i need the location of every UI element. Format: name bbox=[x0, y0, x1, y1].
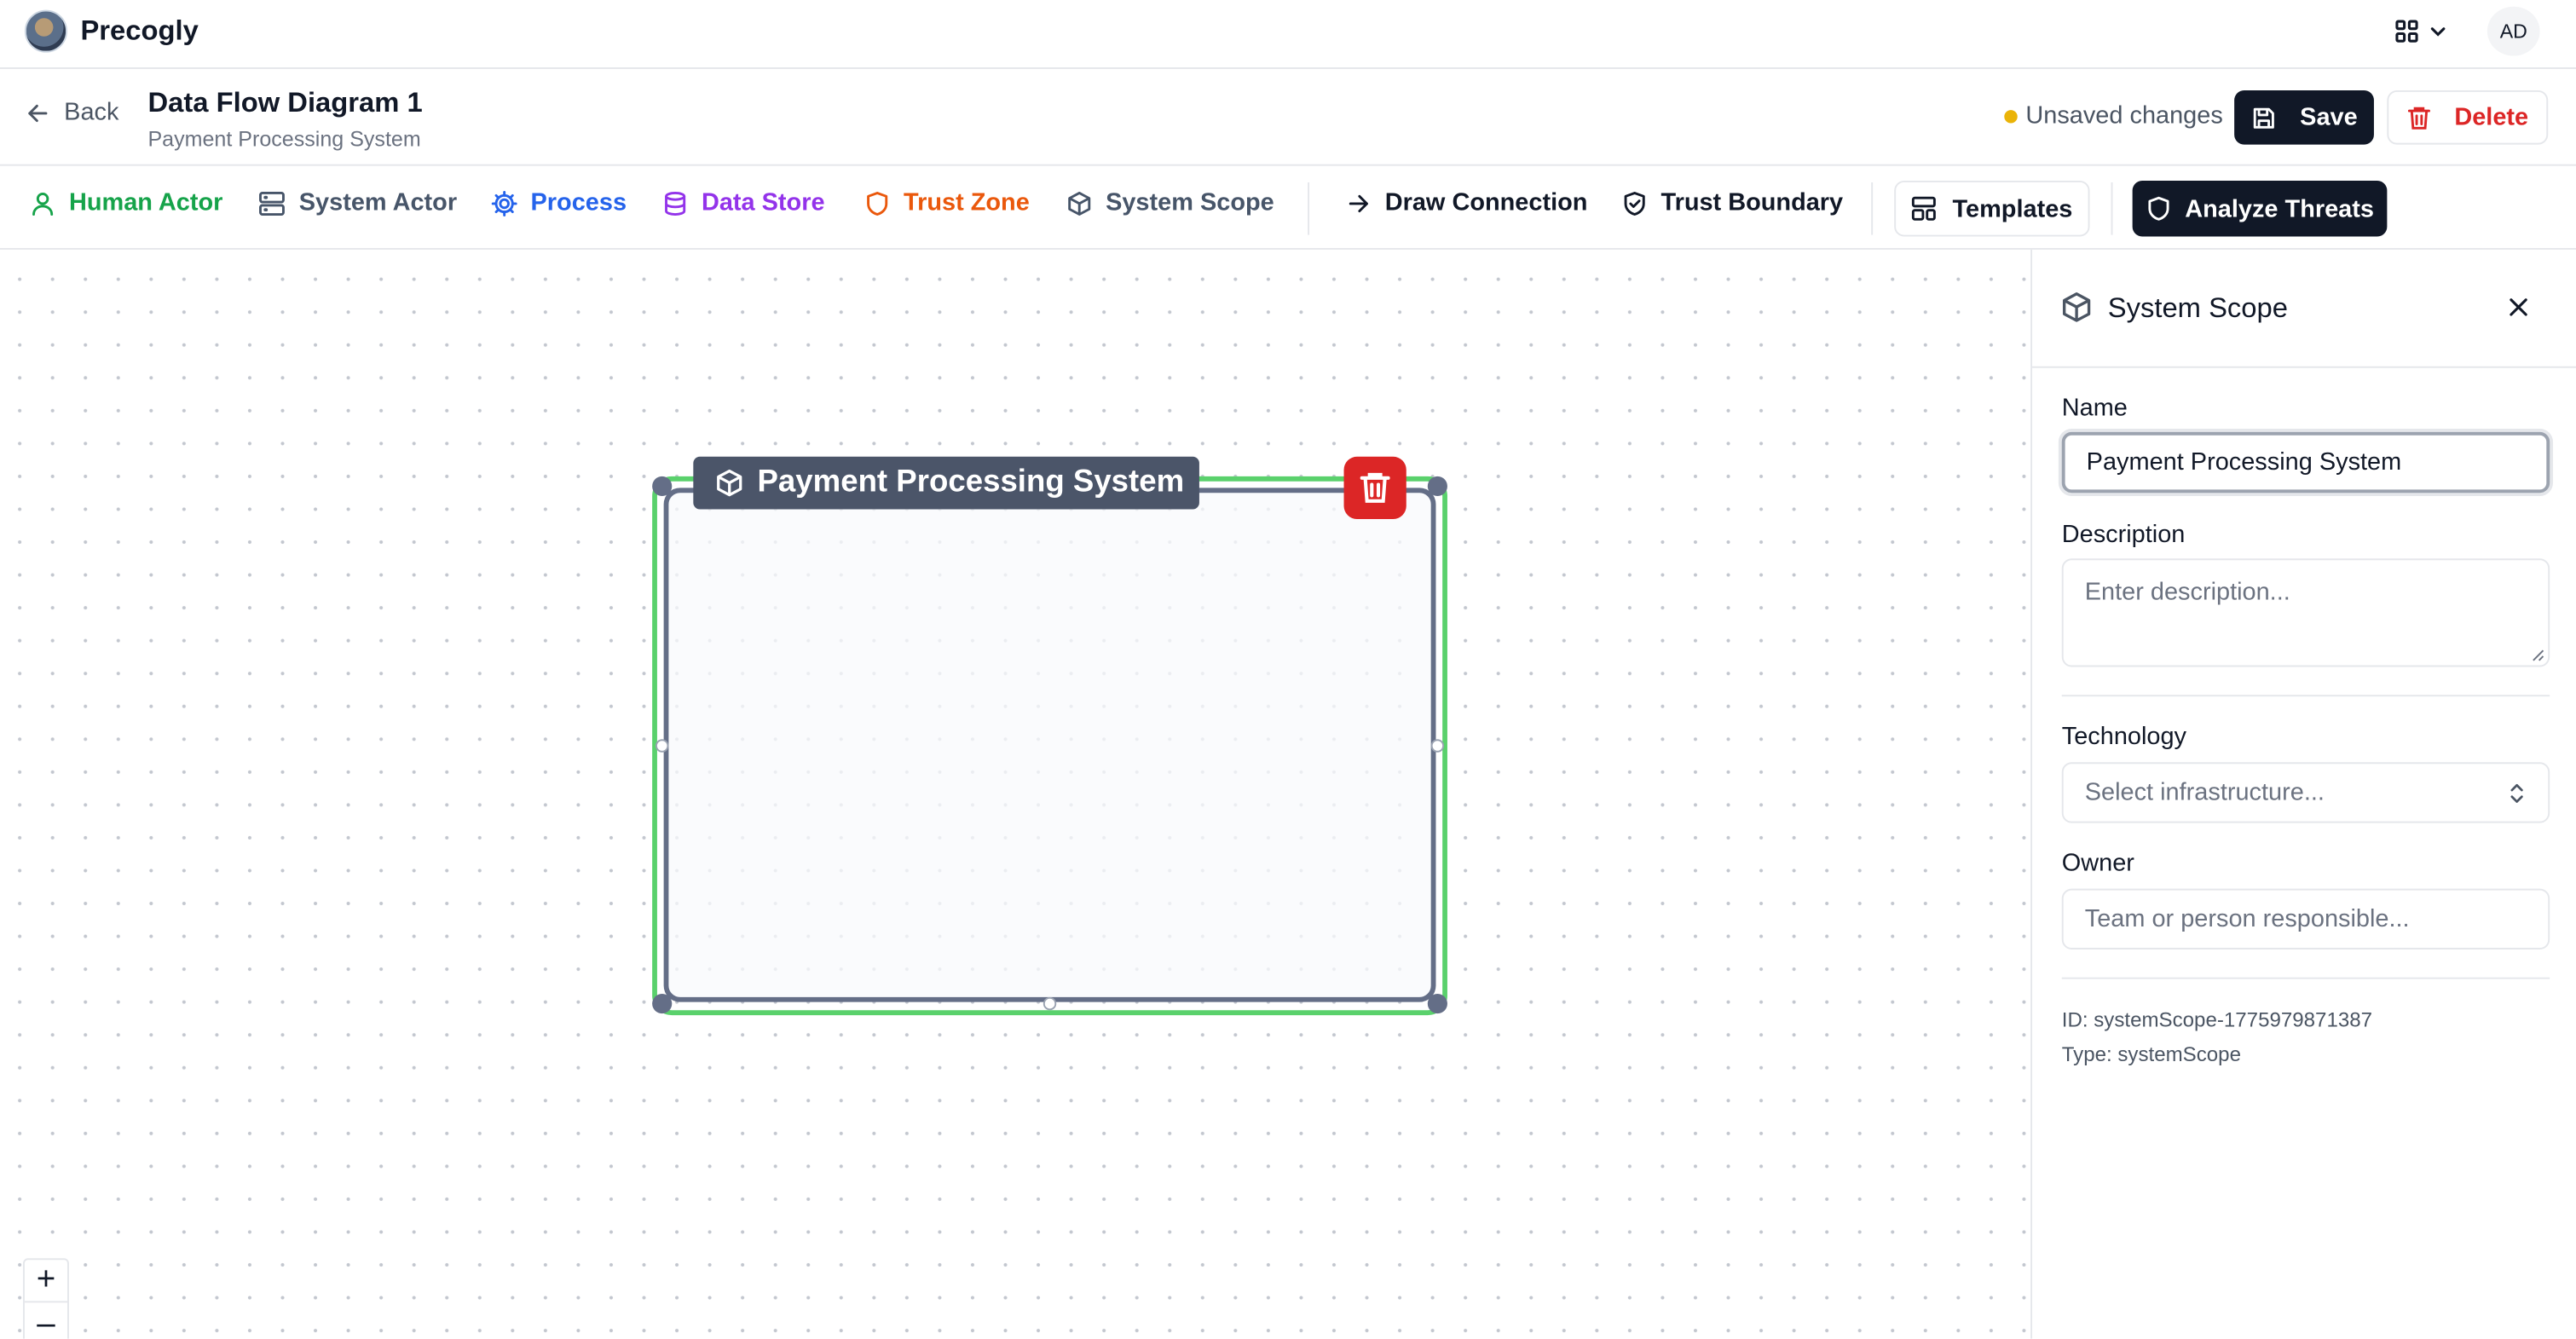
chevron-down-icon bbox=[2429, 21, 2448, 41]
tool-label: Data Store bbox=[701, 188, 825, 217]
unsaved-status: Unsaved changes bbox=[2004, 101, 2223, 130]
trash-icon bbox=[2406, 104, 2431, 130]
diagram-canvas[interactable]: Payment Processing System + – bbox=[0, 249, 2031, 1339]
diagram-header: Back Data Flow Diagram 1 Payment Process… bbox=[0, 69, 2576, 166]
resize-handle-bottom-right[interactable] bbox=[1427, 994, 1447, 1014]
save-icon bbox=[2250, 104, 2277, 130]
trash-icon bbox=[1359, 470, 1392, 505]
panel-header: System Scope bbox=[2032, 250, 2576, 368]
page-title: Data Flow Diagram 1 bbox=[147, 87, 423, 118]
resize-handle-top-right[interactable] bbox=[1427, 476, 1447, 497]
user-icon bbox=[30, 190, 56, 216]
tool-trust-zone[interactable]: Trust Zone bbox=[864, 188, 1030, 217]
description-label: Description bbox=[2061, 520, 2186, 549]
save-label: Save bbox=[2300, 103, 2358, 132]
close-icon bbox=[2505, 294, 2532, 320]
technology-placeholder: Select infrastructure... bbox=[2084, 778, 2325, 807]
technology-select[interactable]: Select infrastructure... bbox=[2061, 762, 2550, 823]
diagram-toolbar: Human Actor System Actor Process Data St… bbox=[0, 166, 2576, 250]
grid-icon bbox=[2395, 20, 2418, 43]
resize-grip-icon[interactable] bbox=[2532, 649, 2544, 661]
tool-data-store[interactable]: Data Store bbox=[662, 188, 825, 217]
resize-handle-bottom[interactable] bbox=[1043, 996, 1057, 1011]
tool-system-actor[interactable]: System Actor bbox=[258, 188, 458, 217]
toolbar-divider bbox=[1871, 182, 1874, 235]
top-bar: Precogly AD bbox=[0, 0, 2576, 69]
delete-button[interactable]: Delete bbox=[2387, 90, 2549, 145]
back-label: Back bbox=[64, 98, 119, 127]
analyze-threats-button[interactable]: Analyze Threats bbox=[2132, 181, 2388, 237]
database-icon bbox=[662, 190, 689, 216]
unsaved-label: Unsaved changes bbox=[2025, 101, 2223, 130]
node-id-text: ID: systemScope-1775979871387 bbox=[2061, 1008, 2373, 1032]
status-dot-icon bbox=[2004, 109, 2018, 123]
arrow-left-icon bbox=[25, 100, 51, 126]
box-icon bbox=[2060, 291, 2094, 324]
owner-label: Owner bbox=[2061, 849, 2134, 878]
server-icon bbox=[258, 190, 286, 216]
tool-system-scope[interactable]: System Scope bbox=[1066, 188, 1274, 217]
cog-icon bbox=[491, 190, 517, 216]
node-type-text: Type: systemScope bbox=[2061, 1042, 2241, 1066]
node-label-text: Payment Processing System bbox=[757, 465, 1185, 499]
section-divider bbox=[2061, 977, 2550, 979]
close-panel-button[interactable] bbox=[2505, 294, 2532, 320]
tool-label: System Scope bbox=[1106, 188, 1274, 217]
draw-connection-button[interactable]: Draw Connection bbox=[1345, 188, 1588, 217]
shield-icon bbox=[2146, 195, 2172, 222]
shield-check-icon bbox=[1621, 190, 1648, 216]
templates-label: Templates bbox=[1952, 194, 2073, 223]
apps-menu-button[interactable] bbox=[2395, 13, 2464, 49]
owner-field[interactable]: Team or person responsible... bbox=[2061, 888, 2550, 949]
zoom-out-button[interactable]: – bbox=[25, 1302, 67, 1339]
zoom-in-button[interactable]: + bbox=[24, 1260, 68, 1303]
delete-node-button[interactable] bbox=[1343, 456, 1406, 520]
trust-boundary-button[interactable]: Trust Boundary bbox=[1621, 188, 1844, 217]
resize-handle-right[interactable] bbox=[1430, 739, 1445, 753]
name-label: Name bbox=[2061, 394, 2128, 423]
tool-label: System Actor bbox=[298, 188, 458, 217]
tool-label: Human Actor bbox=[68, 188, 223, 217]
app-name[interactable]: Precogly bbox=[80, 14, 198, 48]
resize-handle-bottom-left[interactable] bbox=[652, 994, 673, 1014]
save-button[interactable]: Save bbox=[2234, 90, 2374, 145]
section-divider bbox=[2061, 695, 2550, 697]
back-button[interactable]: Back bbox=[25, 98, 119, 127]
tool-label: Trust Zone bbox=[904, 188, 1030, 217]
owner-placeholder: Team or person responsible... bbox=[2084, 904, 2410, 933]
toolbar-divider bbox=[1308, 182, 1310, 235]
tool-process[interactable]: Process bbox=[491, 188, 627, 217]
tool-label: Process bbox=[530, 188, 627, 217]
name-field[interactable]: Payment Processing System bbox=[2061, 431, 2550, 493]
chevrons-up-down-icon bbox=[2509, 782, 2525, 805]
trust-boundary-label: Trust Boundary bbox=[1661, 188, 1844, 217]
node-label[interactable]: Payment Processing System bbox=[693, 456, 1199, 510]
description-field[interactable]: Enter description... bbox=[2061, 558, 2550, 667]
technology-label: Technology bbox=[2061, 723, 2187, 751]
logo-icon[interactable] bbox=[24, 9, 68, 53]
resize-handle-left[interactable] bbox=[655, 739, 669, 753]
panel-title: System Scope bbox=[2107, 292, 2288, 324]
toolbar-divider bbox=[2111, 182, 2113, 235]
resize-handle-top-left[interactable] bbox=[652, 476, 673, 497]
box-icon bbox=[1066, 190, 1093, 216]
box-icon bbox=[714, 468, 744, 498]
tool-human-actor[interactable]: Human Actor bbox=[30, 188, 223, 217]
page-subtitle: Payment Processing System bbox=[147, 126, 421, 152]
templates-button[interactable]: Templates bbox=[1894, 181, 2090, 237]
description-placeholder: Enter description... bbox=[2084, 578, 2290, 607]
user-avatar[interactable]: AD bbox=[2486, 6, 2540, 56]
arrow-right-icon bbox=[1345, 190, 1372, 216]
draw-connection-label: Draw Connection bbox=[1384, 188, 1588, 217]
properties-panel: System Scope Name Payment Processing Sys… bbox=[2030, 249, 2576, 1339]
zoom-controls: + – bbox=[22, 1258, 69, 1339]
analyze-threats-label: Analyze Threats bbox=[2185, 194, 2374, 223]
shield-icon bbox=[864, 190, 891, 216]
system-scope-node[interactable] bbox=[663, 488, 1436, 1002]
delete-label: Delete bbox=[2454, 103, 2529, 132]
layout-template-icon bbox=[1911, 195, 1938, 222]
